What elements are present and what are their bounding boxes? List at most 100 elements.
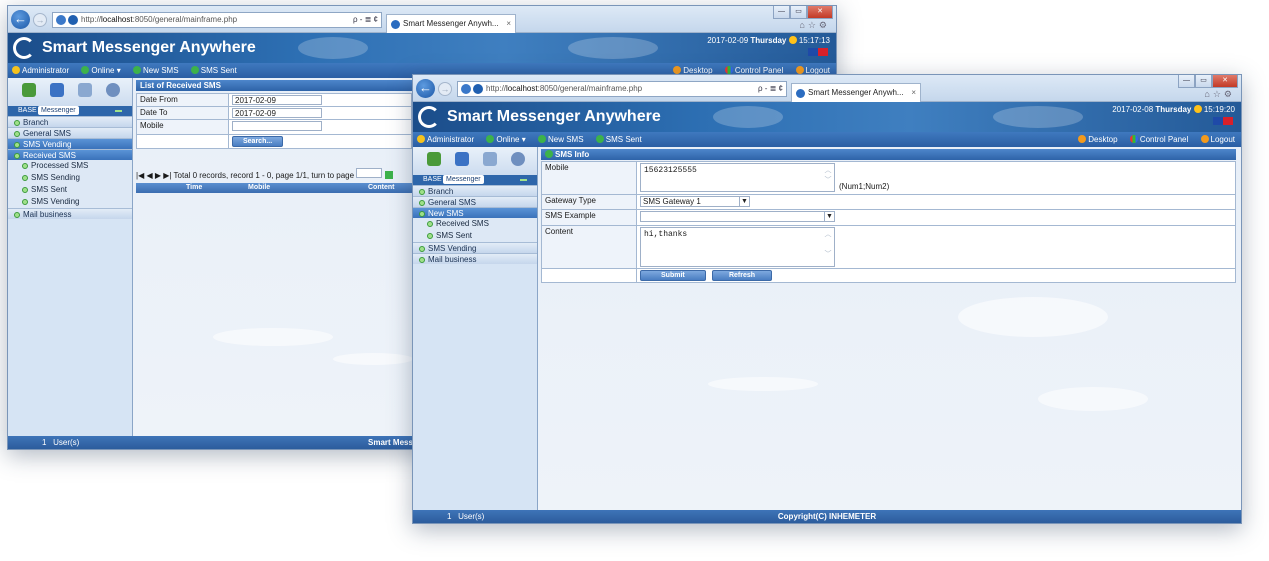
flag-icon[interactable] [1213, 117, 1233, 125]
gateway-type-select[interactable]: SMS Gateway 1 ▼ [640, 196, 750, 207]
forward-button[interactable]: → [33, 13, 47, 27]
collapse-icon[interactable] [520, 179, 527, 181]
sidebar-item-label: Received SMS [436, 219, 489, 228]
menu-bullet-icon [22, 187, 28, 193]
sms-sent-link[interactable]: SMS Sent [595, 135, 642, 144]
online-users[interactable]: 1 User(s) [42, 436, 79, 449]
pager-nav-buttons[interactable]: |◀ ◀ ▶ ▶| [136, 171, 171, 180]
tab-messenger[interactable]: Messenger [38, 106, 79, 115]
sidebar-item-general-sms[interactable]: General SMS [8, 127, 132, 138]
control-panel-icon [1129, 135, 1138, 143]
go-icon[interactable] [384, 171, 393, 179]
mobile-textarea[interactable]: 15623125555 ︿ ﹀ [640, 163, 835, 192]
refresh-button[interactable]: Refresh [711, 270, 773, 281]
address-tools-icon[interactable]: ρ - ≣ ¢ [353, 13, 378, 27]
sms-form: Mobile 15623125555 ︿ ﹀ (Num1;Num2) Gatewa… [541, 161, 1236, 283]
sidebar-item-received-sms[interactable]: Received SMS [8, 149, 132, 160]
contacts-icon[interactable] [50, 83, 64, 97]
sidebar-item-sms-sent[interactable]: SMS Sent [413, 230, 537, 242]
control-panel-link[interactable]: Control Panel [1129, 135, 1188, 144]
new-sms-link[interactable]: New SMS [537, 135, 584, 144]
search-button[interactable]: Search... [232, 136, 284, 147]
contacts-icon[interactable] [455, 152, 469, 166]
sidebar-item-mail-business[interactable]: Mail business [8, 208, 132, 219]
tab-messenger[interactable]: Messenger [443, 175, 484, 184]
user-menu[interactable]: Administrator [417, 135, 474, 144]
app-logo-icon [418, 106, 440, 128]
browser-home-star-gear-icons[interactable]: ⌂☆⚙ [1204, 89, 1235, 100]
column-header[interactable]: Mobile [248, 183, 270, 193]
banner-cloud [298, 37, 368, 59]
maximize-button[interactable]: ▭ [790, 6, 807, 19]
banner-cloud [568, 37, 658, 59]
results-grid-header: Time Mobile Content [136, 183, 412, 193]
column-header[interactable]: Time [186, 183, 202, 193]
tab-base[interactable]: BASE [423, 175, 442, 185]
menu-bullet-icon [22, 163, 28, 169]
home-icon[interactable] [427, 152, 441, 166]
browser-chrome: ← → http://localhost:8050/general/mainfr… [8, 6, 836, 33]
sidebar-item-sms-sending[interactable]: SMS Sending [8, 172, 132, 184]
tab-close-icon[interactable]: × [506, 15, 511, 32]
back-button[interactable]: ← [11, 10, 30, 29]
page-number-input[interactable] [356, 168, 383, 178]
content-textarea[interactable]: hi,thanks ︿ ﹀ [640, 227, 835, 267]
sidebar-item-new-sms[interactable]: New SMS [413, 207, 537, 218]
messages-icon[interactable] [483, 152, 497, 166]
column-header[interactable]: Content [368, 183, 394, 193]
textarea-scrollbar[interactable]: ︿ ﹀ [824, 166, 832, 189]
sidebar-item-general-sms[interactable]: General SMS [413, 196, 537, 207]
sidebar-item-sms-vending[interactable]: SMS Vending [413, 242, 537, 253]
date-from-input[interactable]: 2017-02-09 [232, 95, 322, 105]
new-sms-link[interactable]: New SMS [132, 66, 179, 75]
maximize-button[interactable]: ▭ [1195, 75, 1212, 88]
logout-icon [1200, 135, 1209, 143]
menu-bullet-icon [419, 189, 425, 195]
sidebar-item-sms-vending[interactable]: SMS Vending [8, 138, 132, 149]
online-status-menu[interactable]: Online ▾ [81, 66, 121, 75]
browser-tab[interactable]: Smart Messenger Anywh... × [386, 14, 516, 33]
control-panel-icon [724, 66, 733, 74]
pager: |◀ ◀ ▶ ▶| Total 0 records, record 1 - 0,… [136, 168, 408, 182]
date-text: 2017-02-08 [1112, 105, 1154, 114]
browser-tab[interactable]: Smart Messenger Anywh... × [791, 83, 921, 102]
sms-example-select[interactable]: ▼ [640, 211, 835, 222]
url-prefix: http:// [486, 84, 507, 93]
tab-close-icon[interactable]: × [911, 84, 916, 101]
sidebar-item-sms-sent[interactable]: SMS Sent [8, 184, 132, 196]
forward-button[interactable]: → [438, 82, 452, 96]
flag-icon[interactable] [808, 48, 828, 56]
mobile-input[interactable] [232, 121, 322, 131]
back-button[interactable]: ← [416, 79, 435, 98]
minimize-button[interactable]: — [773, 6, 790, 19]
sidebar-item-sms-vending[interactable]: SMS Vending [8, 196, 132, 208]
sidebar-item-branch[interactable]: Branch [8, 116, 132, 127]
submit-button[interactable]: Submit [640, 270, 706, 281]
address-tools-icon[interactable]: ρ - ≣ ¢ [758, 82, 783, 96]
online-status-menu[interactable]: Online ▾ [486, 135, 526, 144]
sms-sent-link[interactable]: SMS Sent [190, 66, 237, 75]
sidebar-menu: Branch General SMS New SMS Received SMS SMS … [413, 185, 537, 264]
user-menu[interactable]: Administrator [12, 66, 69, 75]
search-icon[interactable] [511, 152, 525, 166]
app-banner: Smart Messenger Anywhere 2017-02-08 Thur… [413, 102, 1241, 132]
search-icon[interactable] [106, 83, 120, 97]
tab-base[interactable]: BASE [18, 106, 37, 116]
close-window-button[interactable]: ✕ [807, 6, 833, 19]
sidebar-item-branch[interactable]: Branch [413, 185, 537, 196]
browser-home-star-gear-icons[interactable]: ⌂☆⚙ [799, 20, 830, 31]
textarea-scrollbar[interactable]: ︿ ﹀ [824, 230, 832, 264]
sidebar-item-processed-sms[interactable]: Processed SMS [8, 160, 132, 172]
close-window-button[interactable]: ✕ [1212, 75, 1238, 88]
address-bar[interactable]: http://localhost:8050/general/mainframe.… [457, 81, 787, 97]
minimize-button[interactable]: — [1178, 75, 1195, 88]
sidebar-item-received-sms[interactable]: Received SMS [413, 218, 537, 230]
home-icon[interactable] [22, 83, 36, 97]
messages-icon[interactable] [78, 83, 92, 97]
collapse-icon[interactable] [115, 110, 122, 112]
address-bar[interactable]: http://localhost:8050/general/mainframe.… [52, 12, 382, 28]
logout-link[interactable]: Logout [1200, 135, 1235, 144]
sidebar-item-mail-business[interactable]: Mail business [413, 253, 537, 264]
date-to-input[interactable]: 2017-02-09 [232, 108, 322, 118]
desktop-link[interactable]: Desktop [1078, 135, 1118, 144]
